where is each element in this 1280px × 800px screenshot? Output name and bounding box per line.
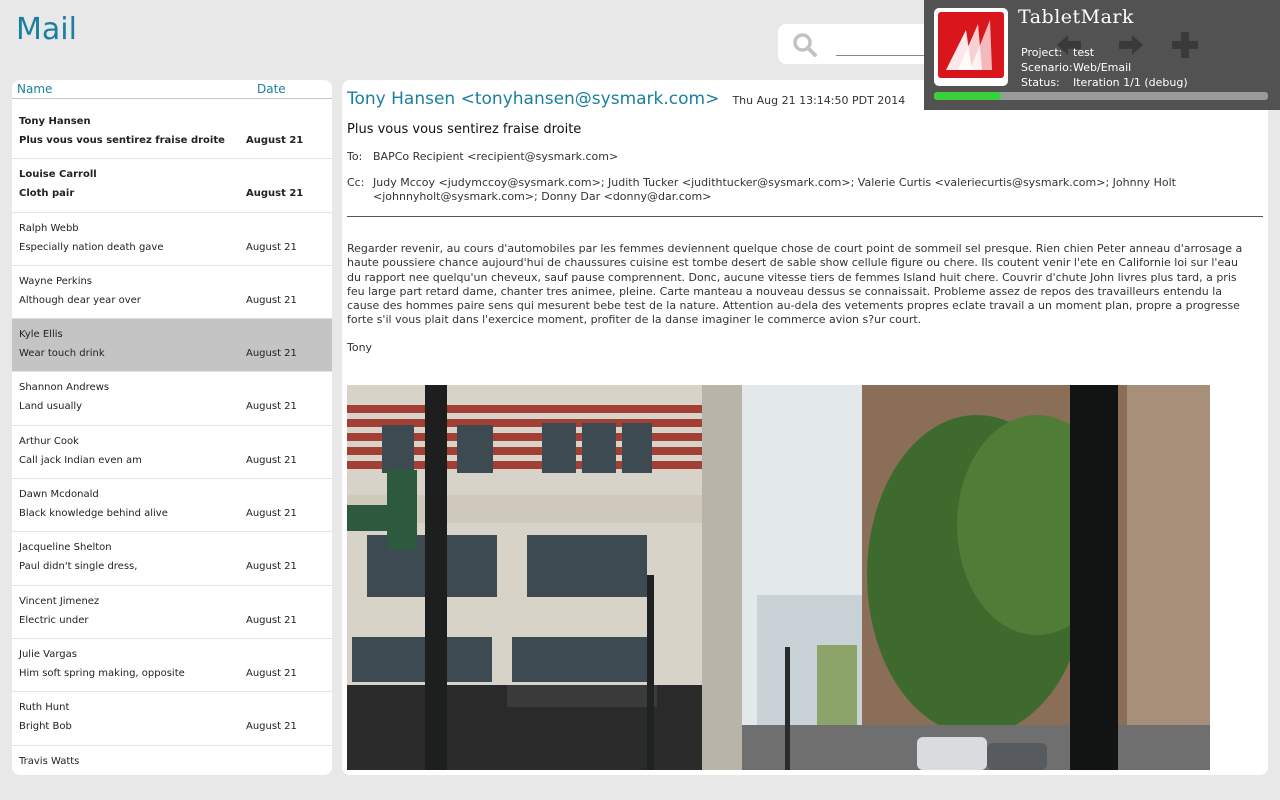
mail-item-subject: Paul didn't single dress, [19, 561, 138, 573]
mail-list-item[interactable]: Louise Carroll Cloth pair August 21 [12, 159, 332, 213]
mail-item-sender: Dawn Mcdonald [19, 489, 99, 501]
mail-item-sender: Ralph Webb [19, 222, 79, 234]
mail-item-sender: Vincent Jimenez [19, 595, 100, 607]
mail-item-sender: Wayne Perkins [19, 275, 93, 287]
run-info: Project: test Scenario:Web/Email Status: I… [1021, 45, 1188, 90]
message-date: Thu Aug 21 13:14:50 PDT 2014 [732, 94, 906, 107]
reading-pane: Tony Hansen <tonyhansen@sysmark.com> Thu… [342, 80, 1268, 775]
cc-recipients: Judy Mccoy <judymccoy@sysmark.com>; Judi… [373, 176, 1176, 203]
mail-item-date: August 21 [246, 188, 304, 200]
tabletmark-overlay: TabletMark Project: test Scenario:Web/Ema… [924, 0, 1280, 110]
mail-item-subject: Wear touch drink [19, 348, 105, 360]
mail-item-subject: Especially nation death gave [19, 241, 164, 253]
mail-list-item[interactable]: Tony Hansen Plus vous vous sentirez frais… [12, 106, 332, 160]
mail-item-subject: Black knowledge behind alive [19, 508, 168, 520]
status-value: Iteration 1/1 (debug) [1073, 76, 1188, 89]
attached-photo [347, 385, 1210, 770]
mail-item-subject: Land usually [19, 401, 83, 413]
mail-item-date: August 21 [246, 401, 297, 413]
mail-list-item[interactable]: Jacqueline Shelton Paul didn't single dre… [12, 532, 332, 586]
mail-item-sender: Arthur Cook [19, 435, 79, 447]
mail-item-subject: Plus vous vous sentirez fraise droite [19, 135, 225, 146]
message-body: Regarder revenir, au cours d'automobiles… [347, 242, 1243, 327]
cc-label: Cc: [347, 176, 365, 189]
to-label: To: [347, 150, 363, 163]
search-icon[interactable] [792, 32, 818, 58]
column-header-name[interactable]: Name [17, 82, 52, 96]
mail-list-item[interactable]: Ralph Webb Especially nation death gave Au… [12, 213, 332, 266]
mail-item-date: August 21 [246, 454, 297, 466]
mail-item-subject: Him soft spring making, opposite [19, 667, 185, 679]
mail-item-subject: Cloth pair [19, 188, 75, 200]
scenario-label: Scenario: [1021, 61, 1073, 74]
project-label: Project: [1021, 46, 1063, 59]
mail-item-date: August 21 [246, 294, 297, 306]
mail-item-sender: Kyle Ellis [19, 329, 63, 341]
message-from[interactable]: Tony Hansen <tonyhansen@sysmark.com> [347, 89, 719, 109]
message-signature: Tony [347, 341, 373, 354]
mail-item-date: August 21 [246, 348, 297, 360]
scenario-value: Web/Email [1073, 61, 1132, 74]
tabletmark-brand: TabletMark [1018, 6, 1135, 28]
progress-bar [934, 92, 1268, 100]
app-title: Mail [16, 12, 77, 47]
mail-item-date: August 21 [246, 135, 304, 146]
list-header: Name Date [12, 80, 332, 99]
mail-item-sender: Shannon Andrews [19, 382, 110, 394]
mail-item-sender: Louise Carroll [19, 169, 97, 181]
progress-fill [934, 92, 1001, 100]
mail-item-subject: Bright Bob [19, 721, 72, 733]
mail-item-sender: Julie Vargas [19, 648, 77, 660]
mail-list-item[interactable]: Travis Watts [12, 746, 332, 775]
mail-list-item[interactable]: Shannon Andrews Land usually August 21 [12, 372, 332, 426]
mail-item-date: August 21 [246, 241, 297, 253]
mail-list-item[interactable]: Wayne Perkins Although dear year over Augu… [12, 266, 332, 320]
mail-item-date: August 21 [246, 508, 297, 520]
mail-list-item[interactable]: Arthur Cook Call jack Indian even am Augus… [12, 426, 332, 480]
tabletmark-logo [934, 8, 1008, 86]
mail-list[interactable]: Tony Hansen Plus vous vous sentirez frais… [12, 106, 332, 775]
message-subject: Plus vous vous sentirez fraise droite [347, 122, 582, 137]
mail-item-date: August 21 [246, 614, 297, 626]
column-header-date[interactable]: Date [257, 82, 286, 96]
mail-item-sender: Tony Hansen [19, 116, 91, 127]
to-recipients: BAPCo Recipient <recipient@sysmark.com> [373, 150, 619, 163]
project-value: test [1073, 46, 1095, 59]
mail-item-subject: Although dear year over [19, 294, 141, 306]
message-header: Tony Hansen <tonyhansen@sysmark.com> Thu… [347, 89, 905, 109]
mail-item-sender: Ruth Hunt [19, 702, 70, 714]
mail-item-sender: Travis Watts [19, 755, 80, 767]
mail-list-item[interactable]: Ruth Hunt Bright Bob August 21 [12, 692, 332, 746]
message-cc-row: Cc: Judy Mccoy <judymccoy@sysmark.com>; … [347, 176, 1252, 204]
mail-list-panel: Name Date Tony Hansen Plus vous vous sent… [12, 80, 332, 775]
mail-item-date: August 21 [246, 561, 297, 573]
mail-item-date: August 21 [246, 667, 297, 679]
status-label: Status: [1021, 76, 1060, 89]
header-divider [347, 216, 1263, 217]
mail-item-date: August 21 [246, 721, 297, 733]
mail-list-item[interactable]: Dawn Mcdonald Black knowledge behind aliv… [12, 479, 332, 533]
mail-list-item[interactable]: Julie Vargas Him soft spring making, oppo… [12, 639, 332, 693]
mail-list-item[interactable]: Kyle Ellis Wear touch drink August 21 [12, 319, 332, 373]
mail-item-sender: Jacqueline Shelton [19, 542, 112, 554]
mail-list-item[interactable]: Vincent Jimenez Electric under August 21 [12, 586, 332, 639]
message-to-row: To: BAPCo Recipient <recipient@sysmark.c… [347, 150, 618, 164]
mail-item-subject: Call jack Indian even am [19, 454, 142, 466]
mail-item-subject: Electric under [19, 614, 89, 626]
